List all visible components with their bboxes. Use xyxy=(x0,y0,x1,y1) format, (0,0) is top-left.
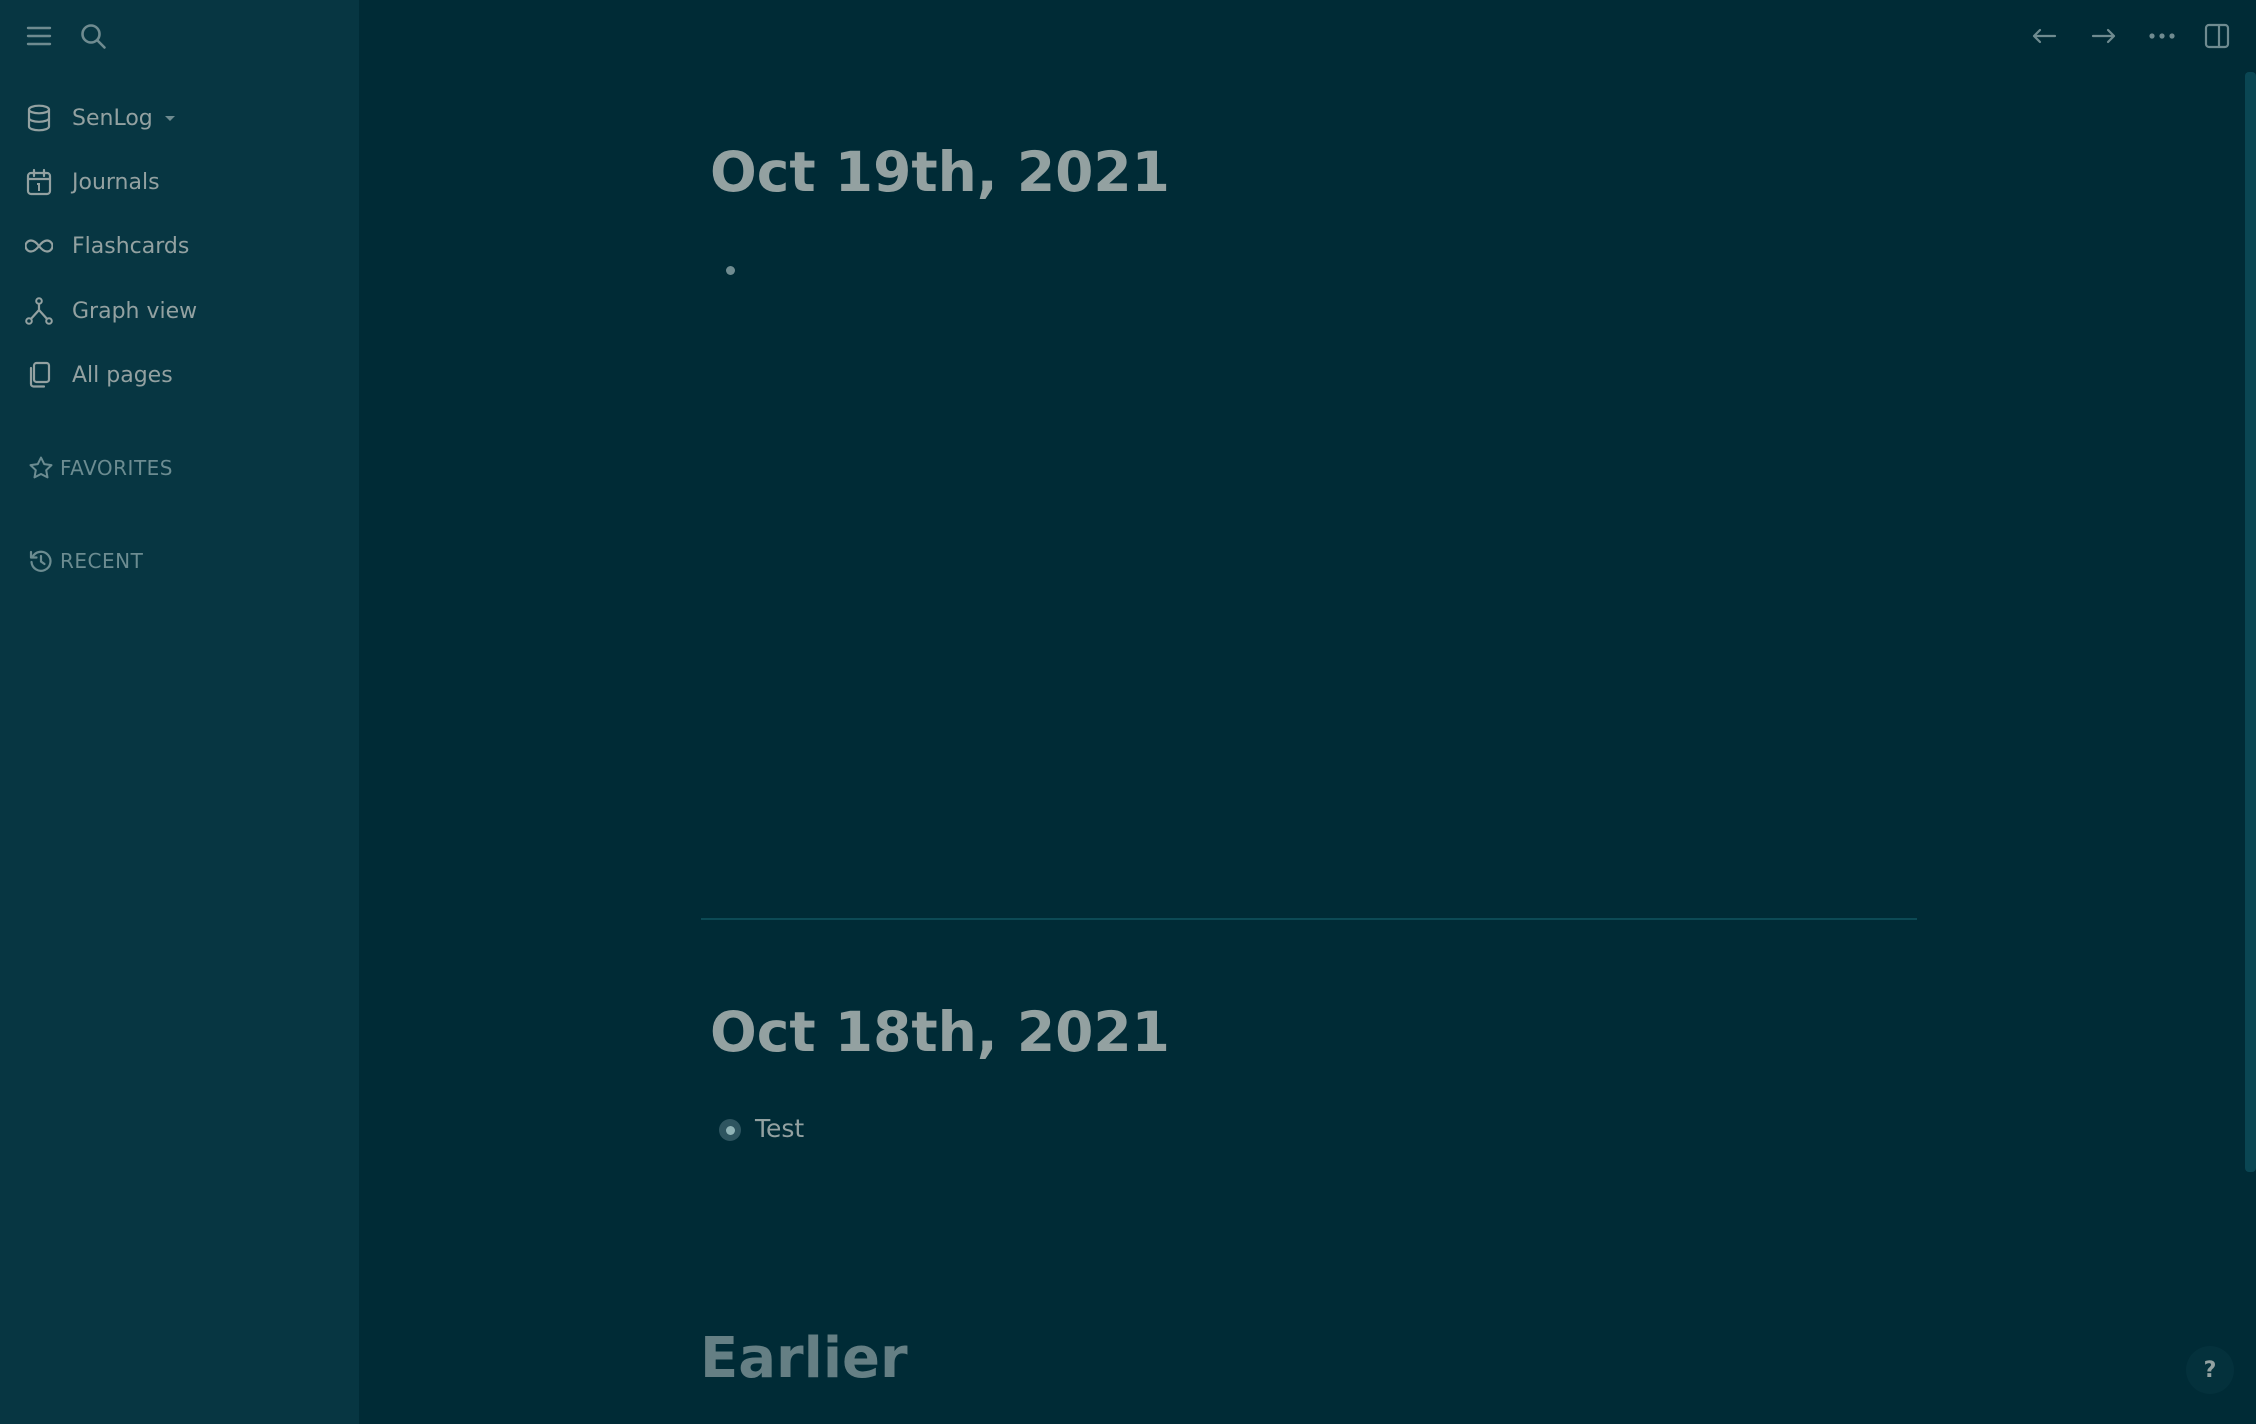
menu-toggle-button[interactable] xyxy=(17,14,61,58)
sidebar-item-label: Journals xyxy=(72,169,160,195)
journal-divider xyxy=(701,918,1917,920)
block-content[interactable]: Test xyxy=(755,1114,804,1143)
sidebar-item-label: All pages xyxy=(72,362,173,388)
more-horizontal-icon xyxy=(2149,33,2175,39)
sidebar-right-icon xyxy=(2204,23,2230,49)
recent-section[interactable]: RECENT xyxy=(26,541,143,581)
forward-button[interactable] xyxy=(2082,14,2126,58)
help-button[interactable]: ? xyxy=(2186,1346,2234,1394)
scrollbar[interactable] xyxy=(2245,72,2256,1172)
star-icon xyxy=(26,453,56,483)
sidebar-item-label: Flashcards xyxy=(72,233,190,259)
sidebar-item-journals[interactable]: Journals xyxy=(24,158,160,206)
favorites-section[interactable]: FAVORITES xyxy=(26,448,173,488)
left-sidebar: SenLog Journals Flashcards Graph view Al… xyxy=(0,0,359,1424)
journal-title[interactable]: Oct 19th, 2021 xyxy=(710,140,1170,204)
hamburger-icon xyxy=(26,26,52,46)
journal-title[interactable]: Oct 18th, 2021 xyxy=(710,1000,1170,1064)
calendar-icon xyxy=(24,167,54,197)
graph-selector[interactable]: SenLog xyxy=(24,94,177,142)
search-button[interactable] xyxy=(71,14,115,58)
main-content: Oct 19th, 2021 Oct 18th, 2021 Test Earli… xyxy=(359,0,2256,1424)
arrow-left-icon xyxy=(2032,28,2057,44)
block-bullet[interactable] xyxy=(719,1119,741,1141)
bullet-inner-dot xyxy=(725,1125,735,1135)
infinity-icon xyxy=(24,231,54,261)
pages-icon xyxy=(24,360,54,390)
logseq-window: SenLog Journals Flashcards Graph view Al… xyxy=(0,0,2256,1424)
earlier-heading: Earlier xyxy=(700,1326,908,1391)
sidebar-item-graph-view[interactable]: Graph view xyxy=(24,287,197,335)
graph-name: SenLog xyxy=(72,105,153,131)
database-icon xyxy=(24,103,54,133)
sidebar-item-flashcards[interactable]: Flashcards xyxy=(24,222,189,270)
back-button[interactable] xyxy=(2022,14,2066,58)
sidebar-item-all-pages[interactable]: All pages xyxy=(24,351,173,399)
favorites-label: FAVORITES xyxy=(60,456,173,480)
graph-icon xyxy=(24,296,54,326)
search-icon xyxy=(81,24,106,49)
more-options-button[interactable] xyxy=(2140,14,2184,58)
recent-label: RECENT xyxy=(60,549,144,573)
history-icon xyxy=(26,546,56,576)
toggle-right-sidebar-button[interactable] xyxy=(2195,14,2239,58)
sidebar-item-label: Graph view xyxy=(72,298,198,324)
arrow-right-icon xyxy=(2091,28,2116,44)
empty-block-bullet[interactable] xyxy=(726,266,735,275)
caret-down-icon xyxy=(164,116,175,121)
